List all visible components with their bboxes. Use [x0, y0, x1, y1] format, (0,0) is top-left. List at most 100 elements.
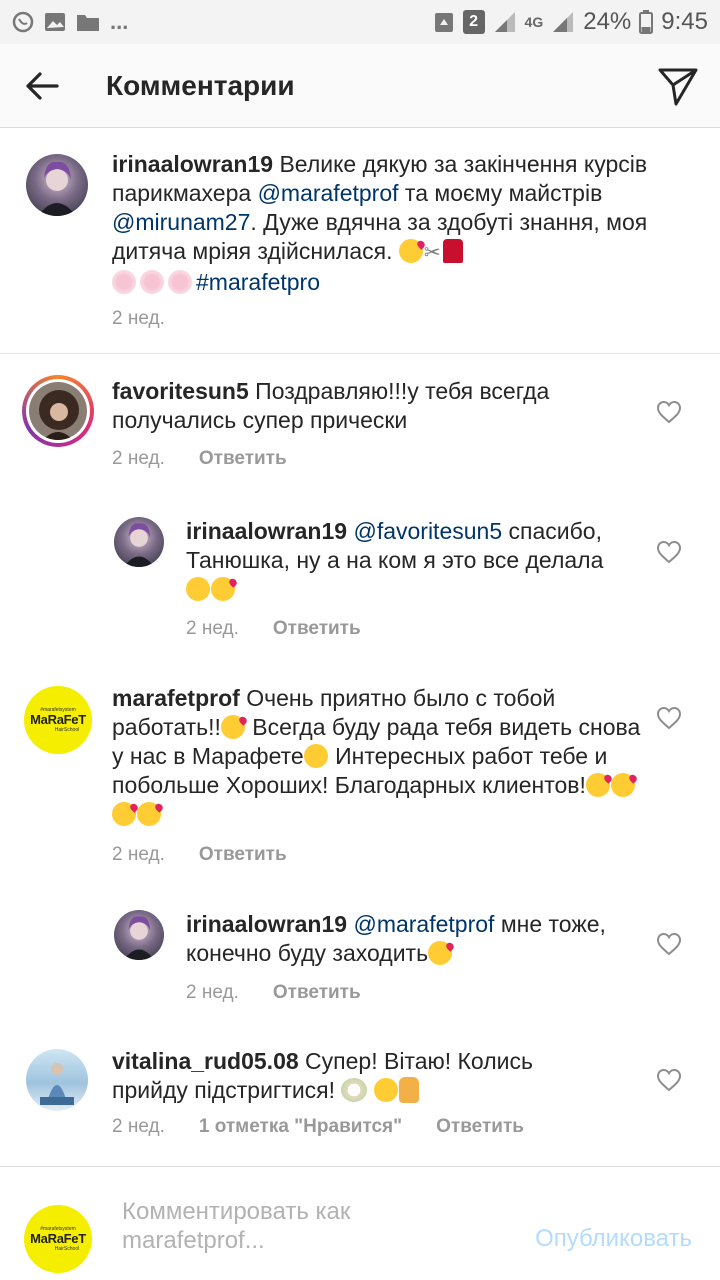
chair-emoji-icon: [442, 239, 463, 263]
comment-text: favoritesun5 Поздравляю!!!у тебя всегда …: [112, 377, 612, 435]
flower-emoji-icon: [112, 270, 136, 294]
comment-item: favoritesun5 Поздравляю!!!у тебя всегда …: [0, 354, 720, 494]
mention-link[interactable]: @marafetprof: [258, 180, 399, 206]
comment-username[interactable]: irinaalowran19: [186, 911, 347, 937]
comment-time: 2 нед.: [112, 844, 165, 865]
comment-text: irinaalowran19 Велике дякую за закінченн…: [112, 150, 672, 297]
grin-emoji-icon: [373, 1078, 398, 1102]
viber-icon: [12, 11, 34, 33]
comment-meta: 2 нед. Ответить: [112, 844, 287, 866]
wifi-signal-icon: [494, 12, 515, 32]
wink-kiss-emoji-icon: [303, 744, 328, 768]
caption-comment: irinaalowran19 Велике дякую за закінченн…: [0, 128, 720, 353]
comment-time: 2 нед.: [112, 308, 165, 329]
bouquet-emoji-icon: [341, 1078, 368, 1102]
battery-icon: [639, 10, 654, 34]
header: Комментарии: [0, 44, 720, 128]
comment-meta: 2 нед.: [112, 308, 165, 330]
cell-signal-icon: [553, 12, 574, 32]
mention-link[interactable]: @marafetprof: [353, 911, 494, 937]
avatar[interactable]: [114, 910, 164, 960]
comment-time: 2 нед.: [112, 1116, 165, 1137]
reply-item: irinaalowran19 @favoritesun5 спасибо, Та…: [0, 494, 720, 664]
kiss-emoji-icon: [428, 941, 453, 965]
comment-meta: 2 нед. 1 отметка "Нравится" Ответить: [112, 1116, 524, 1138]
like-heart-icon[interactable]: [656, 540, 682, 564]
like-heart-icon[interactable]: [656, 1068, 682, 1092]
like-heart-icon[interactable]: [656, 706, 682, 730]
page-title: Комментарии: [106, 69, 295, 101]
clock: 9:45: [661, 8, 708, 35]
comment-username[interactable]: vitalina_rud05.08: [112, 1048, 299, 1074]
comment-username[interactable]: favoritesun5: [112, 378, 249, 404]
kiss-emoji-icon: [137, 802, 161, 826]
mention-link[interactable]: @favoritesun5: [353, 518, 502, 544]
kiss-emoji-icon: [585, 773, 610, 797]
reply-button[interactable]: Ответить: [273, 618, 361, 640]
avatar-photo: [40, 1063, 74, 1105]
kiss-emoji-icon: [211, 577, 235, 601]
avatar-photo: [123, 523, 155, 567]
flower-emoji-icon: [140, 270, 164, 294]
comment-text: marafetprof Очень приятно было с тобой р…: [112, 684, 652, 829]
avatar[interactable]: #marafetsystem MaRaFeT HairSchool: [24, 686, 92, 754]
publish-button[interactable]: Опубликовать: [535, 1225, 692, 1253]
hashtag-link[interactable]: #marafetpro: [196, 269, 320, 295]
notification-badge: 2: [462, 10, 485, 34]
flower-emoji-icon: [168, 270, 192, 294]
folder-icon: [77, 15, 99, 31]
image-icon: [45, 13, 65, 31]
paper-plane-icon: [658, 68, 698, 106]
comment-text: irinaalowran19 @marafetprof мне тоже, ко…: [186, 910, 646, 968]
mention-link[interactable]: @mirunam27: [112, 209, 250, 235]
comment-body: та моєму майстрів: [398, 180, 603, 206]
comment-meta: 2 нед. Ответить: [186, 982, 361, 1004]
reply-item: irinaalowran19 @marafetprof мне тоже, ко…: [0, 892, 720, 1032]
avatar[interactable]: [26, 154, 88, 216]
recycle-icon: [434, 13, 453, 32]
status-bar: ... 2 4G 24% 9:45: [0, 0, 720, 44]
avatar-photo: [123, 916, 155, 960]
direct-send-button[interactable]: [656, 64, 700, 108]
more-notifications: ...: [110, 9, 129, 34]
comment-text: irinaalowran19 @favoritesun5 спасибо, Та…: [186, 517, 646, 604]
avatar-photo: [29, 382, 87, 440]
comment-username[interactable]: irinaalowran19: [112, 151, 273, 177]
comment-item: vitalina_rud05.08 Супер! Вітаю! Колись п…: [0, 1032, 720, 1157]
comment-time: 2 нед.: [186, 982, 239, 1003]
comment-time: 2 нед.: [186, 618, 239, 639]
reply-button[interactable]: Ответить: [436, 1116, 524, 1138]
avatar-photo: [38, 161, 76, 216]
comment-time: 2 нед.: [112, 448, 165, 469]
avatar[interactable]: [22, 375, 94, 447]
current-user-avatar: #marafetsystem MaRaFeT HairSchool: [24, 1205, 92, 1273]
logo-subtext: HairSchool: [54, 727, 80, 733]
kiss-emoji-icon: [610, 773, 635, 797]
like-heart-icon[interactable]: [656, 932, 682, 956]
likes-count[interactable]: 1 отметка "Нравится": [199, 1116, 402, 1138]
comment-text: vitalina_rud05.08 Супер! Вітаю! Колись п…: [112, 1047, 612, 1105]
comment-meta: 2 нед. Ответить: [186, 618, 361, 640]
comments-list: irinaalowran19 Велике дякую за закінченн…: [0, 128, 720, 1157]
scissors-emoji-icon: ✂: [423, 242, 441, 264]
comment-input[interactable]: Комментировать как marafetprof...: [122, 1197, 452, 1255]
comment-username[interactable]: irinaalowran19: [186, 518, 347, 544]
back-button[interactable]: [0, 44, 84, 128]
comment-username[interactable]: marafetprof: [112, 685, 240, 711]
avatar[interactable]: [114, 517, 164, 567]
kiss-emoji-icon: [112, 802, 136, 826]
logo-text: MaRaFeT: [30, 712, 86, 727]
battery-percent: 24%: [583, 8, 632, 35]
reply-button[interactable]: Ответить: [199, 844, 287, 866]
logo-text: MaRaFeT: [30, 1231, 86, 1246]
kiss-emoji-icon: [220, 715, 245, 739]
back-arrow-icon: [26, 71, 59, 100]
avatar[interactable]: [26, 1049, 88, 1111]
comment-input-bar: #marafetsystem MaRaFeT HairSchool Коммен…: [0, 1166, 720, 1280]
thumbs-up-emoji-icon: [398, 1077, 419, 1103]
reply-button[interactable]: Ответить: [273, 982, 361, 1004]
comment-item: #marafetsystem MaRaFeT HairSchool marafe…: [0, 664, 720, 892]
network-type: 4G: [524, 14, 544, 30]
like-heart-icon[interactable]: [656, 400, 682, 424]
reply-button[interactable]: Ответить: [199, 448, 287, 470]
